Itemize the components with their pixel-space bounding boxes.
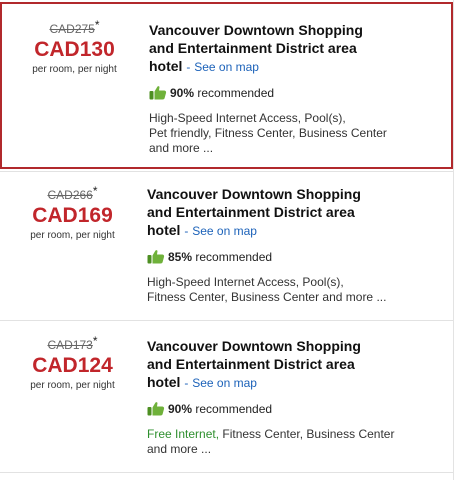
recommendation: 90% recommended bbox=[147, 401, 447, 416]
hotel-name-line[interactable]: hotel bbox=[147, 374, 180, 390]
separator: - bbox=[184, 376, 189, 390]
hotel-card-next bbox=[0, 472, 453, 480]
recommended-label: recommended bbox=[195, 249, 273, 264]
current-price: CAD124 bbox=[32, 354, 113, 377]
hotel-card[interactable]: CAD173* CAD124 per room, per night Vanco… bbox=[0, 320, 453, 472]
price-unit: per room, per night bbox=[32, 64, 117, 75]
amenities-line: Fitness Center, Business Center bbox=[219, 427, 395, 441]
hotel-card[interactable]: CAD275* CAD130 per room, per night Vanco… bbox=[0, 2, 453, 169]
amenities-line: Pet friendly, Fitness Center, Business C… bbox=[149, 126, 387, 140]
see-on-map-link[interactable]: See on map bbox=[192, 224, 257, 238]
recommended-percent: 90% bbox=[168, 401, 193, 416]
hotel-info: Vancouver Downtown Shopping and Entertai… bbox=[147, 185, 447, 305]
hotel-info: Vancouver Downtown Shopping and Entertai… bbox=[147, 337, 447, 457]
hotel-info: Vancouver Downtown Shopping and Entertai… bbox=[149, 21, 449, 156]
original-price: CAD266 bbox=[47, 188, 93, 202]
recommended-percent: 85% bbox=[168, 249, 193, 264]
hotel-name[interactable]: Vancouver Downtown Shopping and Entertai… bbox=[147, 337, 447, 392]
hotel-name-line[interactable]: Vancouver Downtown Shopping bbox=[147, 337, 447, 355]
original-price: CAD173 bbox=[47, 338, 93, 352]
hotel-name[interactable]: Vancouver Downtown Shopping and Entertai… bbox=[147, 185, 447, 240]
amenities-line: High-Speed Internet Access, Pool(s), bbox=[149, 111, 346, 125]
amenities-line: Fitness Center, Business Center and more… bbox=[147, 290, 387, 304]
see-on-map-link[interactable]: See on map bbox=[194, 60, 259, 74]
hotel-name-line[interactable]: hotel bbox=[147, 222, 180, 238]
amenities: Free Internet, Fitness Center, Business … bbox=[147, 427, 447, 457]
hotel-name-line[interactable]: and Entertainment District area bbox=[147, 203, 447, 221]
amenities-more: and more ... bbox=[149, 141, 214, 155]
current-price: CAD169 bbox=[32, 204, 113, 227]
thumbs-up-icon bbox=[147, 402, 165, 416]
price-block: CAD275* CAD130 per room, per night bbox=[2, 18, 147, 75]
current-price: CAD130 bbox=[34, 38, 115, 61]
price-block: CAD266* CAD169 per room, per night bbox=[0, 184, 145, 241]
hotel-name-line[interactable]: and Entertainment District area bbox=[147, 355, 447, 373]
hotel-name-line[interactable]: hotel bbox=[149, 58, 182, 74]
price-asterisk: * bbox=[92, 184, 98, 198]
recommended-label: recommended bbox=[195, 401, 273, 416]
hotel-results-list: CAD275* CAD130 per room, per night Vanco… bbox=[0, 0, 454, 480]
hotel-card[interactable]: CAD266* CAD169 per room, per night Vanco… bbox=[0, 171, 453, 319]
thumbs-up-icon bbox=[149, 86, 167, 100]
separator: - bbox=[186, 60, 191, 74]
price-asterisk: * bbox=[94, 18, 100, 32]
see-on-map-link[interactable]: See on map bbox=[192, 376, 257, 390]
hotel-name-line[interactable]: and Entertainment District area bbox=[149, 39, 449, 57]
amenities: High-Speed Internet Access, Pool(s), Pet… bbox=[149, 111, 449, 156]
amenities-more: and more ... bbox=[147, 442, 212, 456]
price-unit: per room, per night bbox=[30, 230, 115, 241]
amenities: High-Speed Internet Access, Pool(s), Fit… bbox=[147, 275, 447, 305]
hotel-name-line[interactable]: Vancouver Downtown Shopping bbox=[149, 21, 449, 39]
original-price: CAD275 bbox=[49, 22, 95, 36]
amenities-line: High-Speed Internet Access, Pool(s), bbox=[147, 275, 344, 289]
recommended-percent: 90% bbox=[170, 85, 195, 100]
price-asterisk: * bbox=[92, 334, 98, 348]
recommended-label: recommended bbox=[197, 85, 275, 100]
hotel-name-line[interactable]: Vancouver Downtown Shopping bbox=[147, 185, 447, 203]
recommendation: 85% recommended bbox=[147, 249, 447, 264]
price-unit: per room, per night bbox=[30, 380, 115, 391]
separator: - bbox=[184, 224, 189, 238]
recommendation: 90% recommended bbox=[149, 85, 449, 100]
hotel-name[interactable]: Vancouver Downtown Shopping and Entertai… bbox=[149, 21, 449, 76]
thumbs-up-icon bbox=[147, 250, 165, 264]
price-block: CAD173* CAD124 per room, per night bbox=[0, 334, 145, 391]
free-internet-amenity: Free Internet, bbox=[147, 427, 220, 441]
